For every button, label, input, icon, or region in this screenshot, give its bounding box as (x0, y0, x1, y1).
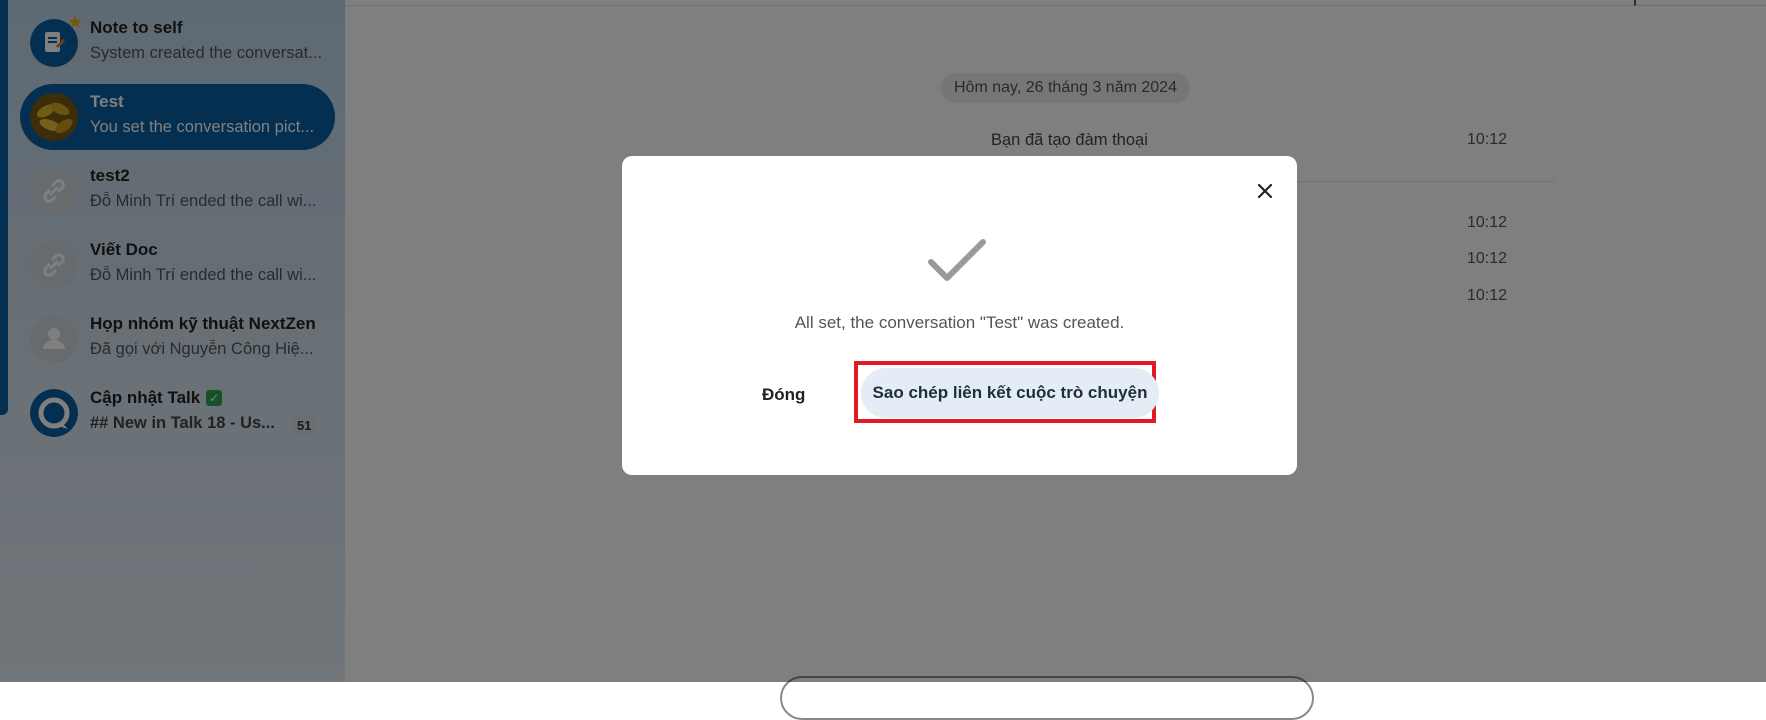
close-icon[interactable] (1252, 178, 1278, 204)
conversation-created-dialog: All set, the conversation "Test" was cre… (622, 156, 1297, 475)
copy-conversation-link-button[interactable]: Sao chép liên kết cuộc trò chuyện (861, 368, 1159, 418)
checkmark-icon (927, 236, 987, 286)
copy-link-highlight: Sao chép liên kết cuộc trò chuyện (854, 361, 1159, 423)
close-button[interactable]: Đóng (762, 375, 805, 415)
dialog-message: All set, the conversation "Test" was cre… (794, 313, 1125, 332)
message-input[interactable] (780, 676, 1314, 720)
